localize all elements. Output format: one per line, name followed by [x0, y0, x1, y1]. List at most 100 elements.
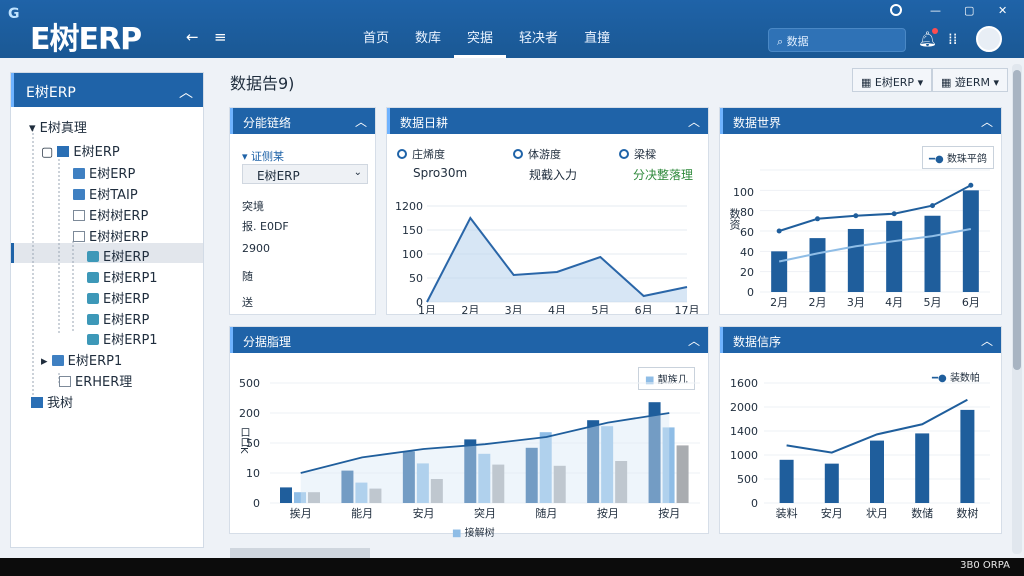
filter-line: 突境 [242, 200, 264, 213]
x-tick-label: 4月 [548, 304, 566, 314]
minimize-button[interactable]: — [930, 4, 941, 17]
x-tick-label: 6月 [962, 296, 980, 309]
tree-item[interactable]: E树ERP [87, 288, 149, 307]
menu-icon[interactable]: ≡ [214, 28, 227, 46]
search-placeholder: 数据 [786, 35, 809, 48]
status-text: 3B0 ORPA [960, 560, 1010, 571]
avatar[interactable] [976, 26, 1002, 52]
chevron-up-icon[interactable]: ︿ [981, 332, 993, 349]
y-tick-label: 50 [409, 272, 423, 285]
y-tick-label: 1000 [730, 449, 758, 462]
tab-data[interactable]: 突据 [454, 0, 507, 58]
bar [676, 445, 689, 503]
apps-grid-icon[interactable]: ⁞⁞ [948, 30, 958, 48]
y-tick-label: 10 [246, 467, 260, 480]
line-point [815, 216, 820, 222]
status-bar: 3B0 ORPA [0, 558, 1024, 576]
folder-icon [73, 189, 85, 200]
y-tick-label: 500 [737, 473, 758, 486]
area-fill [300, 413, 670, 503]
tree-item[interactable]: E树树ERP [73, 205, 148, 224]
x-tick-label: 5月 [924, 296, 942, 309]
tree-item[interactable]: ▢ E树ERP [41, 141, 120, 160]
x-tick-label: 6月 [635, 304, 653, 314]
app-logo-icon: G [8, 6, 20, 22]
document-icon [73, 231, 85, 242]
drive-icon [87, 314, 99, 325]
y-tick-label: 0 [747, 286, 754, 299]
x-tick-label: 17月 [675, 304, 700, 314]
y-tick-label: 100 [402, 248, 423, 261]
area-chart: 05010015012001月 2月 3月 4月 5月 6月 17月 [395, 200, 700, 314]
tab-home[interactable]: 首页 [350, 0, 402, 58]
tree-item-root[interactable]: ▾ E树真理 [29, 117, 87, 136]
x-tick-label: 数树 [956, 506, 978, 520]
folder-icon [51, 355, 64, 366]
chevron-down-icon: ⌄ [353, 167, 362, 178]
chevron-up-icon[interactable]: ︿ [355, 113, 367, 130]
tab-database[interactable]: 数库 [402, 0, 454, 58]
y-tick-label: 0 [751, 497, 758, 510]
bar [280, 487, 292, 503]
tree-item[interactable]: E树ERP1 [87, 329, 158, 348]
combo-chart: 0 500 1000 1400 2000 1600 装料 安月 状月 数储 数树 [730, 377, 990, 520]
tree-item[interactable]: E树TAIP [73, 184, 138, 203]
chevron-up-icon[interactable]: ︿ [981, 113, 993, 130]
drive-icon [87, 251, 99, 262]
line-point [930, 203, 935, 209]
x-tick-label: 2月 [809, 296, 827, 309]
system-dropdown-button[interactable]: ▦ E树ERP ▾ [852, 68, 933, 92]
panel-header: 数据日耕 ︿ [387, 108, 708, 134]
world-data-panel: 数据世界 ︿ ━● 数珠平鸽 数资 0 20 40 60 80 100 2月 2月 3月 4月 5月… [719, 107, 1002, 315]
tree-item-selected[interactable]: E树ERP [87, 246, 149, 265]
grouped-bar-panel: 分据脂理 ︿ ■ 靓族几 ■ 接解树 口口K 0 10 50 200 500 挨月 能月 安月… [229, 326, 709, 539]
restore-button[interactable]: ▢ [964, 4, 974, 17]
x-tick-label: 能月 [351, 506, 373, 520]
tree-item[interactable]: ▸ E树ERP1 [41, 350, 122, 369]
bar [771, 251, 788, 292]
module-dropdown-button[interactable]: ▦ 遊ERM ▾ [932, 68, 1009, 92]
tab-decision[interactable]: 轻决者 [506, 0, 571, 58]
horizontal-scrollbar[interactable] [230, 548, 370, 558]
tree-item[interactable]: E树ERP1 [87, 267, 158, 286]
bar [962, 190, 979, 292]
drive-icon [87, 293, 99, 304]
scrollbar-thumb[interactable] [1013, 70, 1021, 370]
drive-icon [87, 272, 99, 283]
search-input[interactable]: ⌕ 数据 [768, 28, 906, 52]
tree-item[interactable]: E树ERP [87, 309, 149, 328]
x-tick-label: 2月 [770, 296, 788, 309]
record-icon[interactable] [890, 4, 902, 16]
x-tick-label: 装料 [776, 506, 798, 520]
chevron-up-icon[interactable]: ︿ [688, 113, 700, 130]
x-tick-label: 按月 [658, 506, 680, 520]
chevron-up-icon[interactable]: ︿ [688, 332, 700, 349]
folder-icon [31, 397, 43, 408]
x-tick-label: 随月 [535, 506, 557, 520]
tab-direct[interactable]: 直撞 [571, 0, 623, 58]
tree-expand-icon: ▾ [29, 121, 40, 136]
tree-item[interactable]: E树树ERP [73, 226, 148, 245]
y-tick-label: 2000 [730, 401, 758, 414]
data-order-panel: 数据信序 ︿ ━● 装数帕 0 500 1000 1400 2000 1600 装料 安月 状月… [719, 326, 1002, 534]
back-arrow-icon[interactable]: ← [186, 28, 199, 46]
filter-line: 报. E0DF [242, 220, 289, 233]
bar [886, 220, 903, 292]
bar [847, 228, 864, 292]
bar [960, 409, 975, 503]
y-tick-label: 500 [239, 377, 260, 390]
tree-item[interactable]: E树ERP [73, 163, 135, 182]
bar [870, 440, 884, 503]
app-title: E树ERP [30, 22, 142, 57]
y-tick-label: 200 [239, 407, 260, 420]
close-button[interactable]: ✕ [998, 4, 1007, 17]
shield-icon: ▢ [41, 145, 58, 160]
folder-icon [73, 168, 85, 179]
x-tick-label: 3月 [847, 296, 865, 309]
tree-item[interactable]: 我树 [31, 392, 73, 411]
tree-item[interactable]: ERHER理 [59, 371, 132, 390]
x-tick-label: 挨月 [290, 506, 312, 520]
top-bar: G E树ERP — ▢ ✕ ← ≡ 首页 数库 突据 轻决者 直撞 ⌕ 数据 🔔… [0, 0, 1024, 58]
filter-line: 2900 [242, 242, 270, 255]
filter-select[interactable]: E树ERP ⌄ [242, 164, 368, 184]
